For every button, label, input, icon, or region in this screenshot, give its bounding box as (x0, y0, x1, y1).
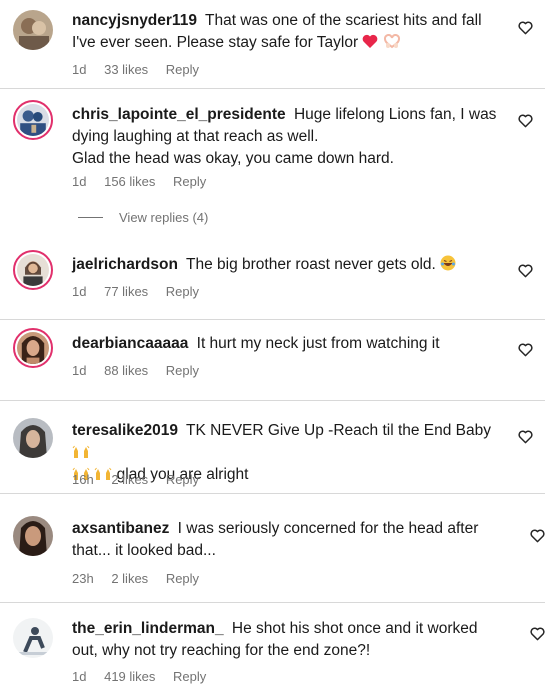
comment-username[interactable]: jaelrichardson (72, 256, 178, 273)
comment-likes[interactable]: 33 likes (104, 62, 148, 77)
reply-button[interactable]: Reply (166, 284, 199, 299)
reply-button[interactable]: Reply (166, 472, 199, 487)
avatar[interactable] (13, 618, 53, 658)
comment-item: dearbiancaaaaa It hurt my neck just from… (0, 321, 545, 399)
divider (0, 400, 545, 401)
reply-button[interactable]: Reply (173, 174, 206, 189)
avatar-image (13, 418, 53, 458)
comment-likes[interactable]: 2 likes (111, 472, 148, 487)
like-heart-outline-icon[interactable] (518, 21, 533, 35)
comment-username[interactable]: nancyjsnyder119 (72, 12, 197, 29)
comment-item: teresalike2019 TK NEVER Give Up -Reach t… (0, 402, 545, 492)
comment-username[interactable]: chris_lapointe_el_presidente (72, 106, 286, 123)
laughing-face-icon (440, 255, 456, 271)
comment-item: nancyjsnyder119 That was one of the scar… (0, 0, 545, 88)
avatar[interactable] (13, 10, 53, 50)
avatar[interactable] (13, 418, 53, 458)
comment-item: jaelrichardson The big brother roast nev… (0, 242, 545, 318)
avatar[interactable] (13, 250, 53, 290)
avatar[interactable] (13, 100, 53, 140)
comment-likes[interactable]: 88 likes (104, 363, 148, 378)
comment-meta: 1d 77 likes Reply (72, 284, 213, 299)
like-heart-outline-icon[interactable] (518, 114, 533, 128)
comment-meta: 16h 2 likes Reply (72, 472, 213, 487)
comment-body: It hurt my neck just from watching it (196, 335, 440, 352)
view-replies-button[interactable]: View replies (4) (78, 210, 208, 225)
comment-meta: 1d 419 likes Reply (72, 669, 220, 684)
comment-time: 1d (72, 284, 87, 299)
comment-time: 1d (72, 62, 87, 77)
comment-meta: 1d 33 likes Reply (72, 62, 213, 77)
comment-text: nancyjsnyder119 That was one of the scar… (72, 10, 504, 54)
raising-hands-icon (72, 445, 90, 459)
comment-item: the_erin_linderman_ He shot his shot onc… (0, 604, 545, 692)
comment-time: 1d (72, 363, 87, 378)
comment-text: the_erin_linderman_ He shot his shot onc… (72, 618, 504, 662)
divider (0, 88, 545, 89)
avatar[interactable] (13, 328, 53, 368)
divider (0, 602, 545, 603)
like-heart-outline-icon[interactable] (518, 264, 533, 278)
like-heart-outline-icon[interactable] (530, 529, 545, 543)
view-replies-label: View replies (4) (119, 210, 209, 225)
comment-likes[interactable]: 77 likes (104, 284, 148, 299)
comment-time: 1d (72, 174, 87, 189)
comment-text: jaelrichardson The big brother roast nev… (72, 254, 504, 276)
comment-text: chris_lapointe_el_presidente Huge lifelo… (72, 104, 504, 170)
comment-meta: 1d 156 likes Reply (72, 174, 220, 189)
reply-button[interactable]: Reply (173, 669, 206, 684)
avatar-image (17, 254, 49, 286)
comment-username[interactable]: teresalike2019 (72, 422, 178, 439)
like-heart-outline-icon[interactable] (518, 430, 533, 444)
comment-body: TK NEVER Give Up -Reach til the End Baby (186, 422, 492, 439)
comment-username[interactable]: dearbiancaaaaa (72, 335, 188, 352)
avatar-image (17, 104, 49, 136)
like-heart-outline-icon[interactable] (518, 343, 533, 357)
comment-meta: 23h 2 likes Reply (72, 571, 213, 586)
divider (0, 319, 545, 320)
comment-body: The big brother roast never gets old. (186, 256, 436, 273)
avatar-image (13, 516, 53, 556)
reply-button[interactable]: Reply (166, 62, 199, 77)
comment-body-line2: Glad the head was okay, you came down ha… (72, 150, 394, 167)
comment-meta: 1d 88 likes Reply (72, 363, 213, 378)
comment-time: 23h (72, 571, 94, 586)
avatar[interactable] (13, 516, 53, 556)
avatar-image (13, 10, 53, 50)
comment-time: 16h (72, 472, 94, 487)
comment-text: axsantibanez I was seriously concerned f… (72, 518, 504, 562)
reply-button[interactable]: Reply (166, 571, 199, 586)
heart-hands-icon (383, 34, 401, 49)
avatar-image (17, 332, 49, 364)
comment-likes[interactable]: 419 likes (104, 669, 155, 684)
comment-username[interactable]: the_erin_linderman_ (72, 620, 224, 637)
avatar-image (13, 618, 53, 658)
red-heart-icon (362, 34, 378, 49)
comment-item: axsantibanez I was seriously concerned f… (0, 494, 545, 602)
comment-time: 1d (72, 669, 87, 684)
comment-likes[interactable]: 2 likes (111, 571, 148, 586)
comment-likes[interactable]: 156 likes (104, 174, 155, 189)
reply-button[interactable]: Reply (166, 363, 199, 378)
view-replies-line (78, 217, 103, 218)
comment-username[interactable]: axsantibanez (72, 520, 169, 537)
like-heart-outline-icon[interactable] (530, 627, 545, 641)
comment-text: dearbiancaaaaa It hurt my neck just from… (72, 333, 504, 355)
